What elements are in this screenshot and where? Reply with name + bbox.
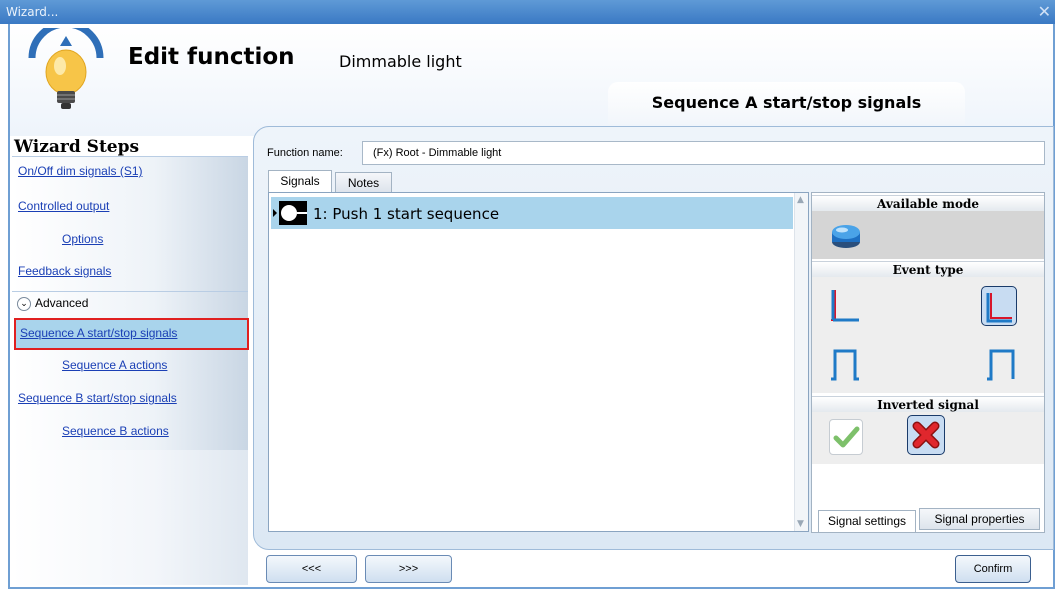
rising-edge-icon[interactable] — [827, 286, 863, 326]
confirm-button[interactable]: Confirm — [955, 555, 1031, 583]
back-button[interactable]: <<< — [266, 555, 357, 583]
chevron-down-icon: ⌄ — [17, 296, 31, 311]
list-item[interactable]: 1: Push 1 start sequence — [271, 197, 793, 229]
page-title: Edit function — [128, 44, 295, 70]
function-name-label: Function name: — [267, 147, 343, 159]
close-icon[interactable]: ✕ — [1038, 2, 1051, 21]
tab-notes[interactable]: Notes — [335, 172, 392, 192]
sidebar-item-sequence-a-actions[interactable]: Sequence A actions — [62, 358, 167, 372]
window-title: Wizard... — [6, 5, 59, 19]
falling-edge-icon — [986, 293, 1012, 323]
event-type-heading: Event type — [812, 261, 1044, 277]
available-mode-heading: Available mode — [812, 195, 1044, 211]
scroll-down-icon[interactable]: ▼ — [797, 519, 804, 529]
tab-signals[interactable]: Signals — [268, 170, 332, 192]
sidebar-item-feedback-signals[interactable]: Feedback signals — [18, 264, 111, 278]
function-type-label: Dimmable light — [339, 52, 462, 71]
tab-signal-properties[interactable]: Signal properties — [919, 508, 1040, 530]
tab-signal-settings[interactable]: Signal settings — [818, 510, 916, 532]
advanced-label: Advanced — [35, 296, 89, 310]
sidebar-item-sequence-b-actions[interactable]: Sequence B actions — [62, 424, 169, 438]
sidebar-item-options[interactable]: Options — [62, 232, 103, 246]
window-title-bar: Wizard... ✕ — [0, 0, 1055, 24]
check-icon — [833, 426, 860, 448]
function-name-input[interactable]: (Fx) Root - Dimmable light — [362, 141, 1045, 165]
inverted-signal-heading: Inverted signal — [812, 396, 1044, 412]
red-x-icon — [912, 421, 940, 449]
push-button-mode-icon[interactable] — [829, 218, 863, 252]
light-bulb-icon — [28, 28, 104, 109]
push-button-signal-icon — [273, 201, 307, 225]
inverted-no-option-selected[interactable] — [907, 415, 945, 455]
signals-scrollbar[interactable]: ▲ ▼ — [794, 193, 808, 531]
sidebar-item-controlled-output[interactable]: Controlled output — [18, 199, 109, 213]
signals-list: 1: Push 1 start sequence ▲ ▼ — [268, 192, 809, 532]
falling-edge-option-selected[interactable] — [981, 286, 1017, 326]
sidebar-item-sequence-b-start-stop[interactable]: Sequence B start/stop signals — [18, 391, 177, 405]
scroll-up-icon[interactable]: ▲ — [797, 195, 804, 205]
signal-label: 1: Push 1 start sequence — [313, 205, 500, 223]
sidebar-bottom — [12, 450, 248, 585]
sidebar-item-sequence-a-start-stop[interactable]: Sequence A start/stop signals — [20, 326, 177, 340]
inverted-yes-option[interactable] — [829, 419, 863, 455]
pulse-negative-icon[interactable] — [983, 345, 1019, 385]
advanced-toggle[interactable]: ⌄ Advanced — [17, 296, 88, 311]
current-step-tab: Sequence A start/stop signals — [608, 82, 965, 124]
pulse-positive-icon[interactable] — [827, 345, 863, 385]
sidebar-item-on-off-dim-signals[interactable]: On/Off dim signals (S1) — [18, 164, 143, 178]
wizard-steps-heading: Wizard Steps — [14, 137, 140, 157]
next-button[interactable]: >>> — [365, 555, 452, 583]
